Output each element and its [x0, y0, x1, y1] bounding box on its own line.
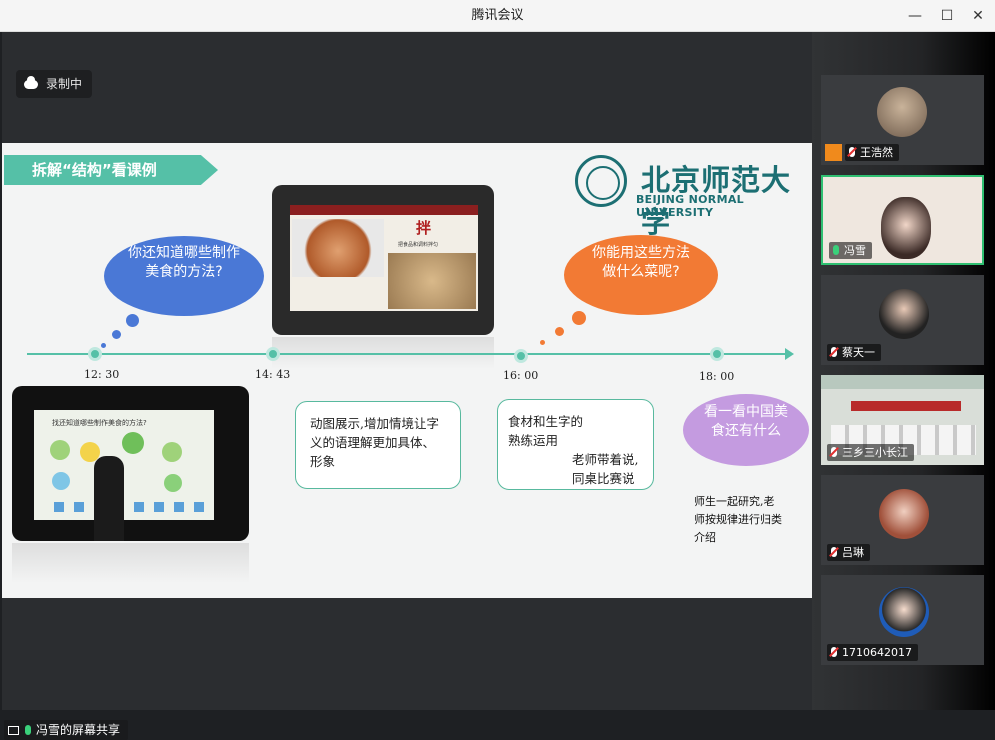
- maximize-button[interactable]: ☐: [930, 0, 964, 32]
- time-label: 18: 00: [699, 370, 735, 383]
- shared-screen-area: 录制中 拆解“结构”看课例 北京师范大学 BEIJING NORMAL UNIV…: [2, 32, 812, 740]
- participant-name-tag: 三乡三小长江: [827, 444, 914, 461]
- photo-character: 拌: [416, 219, 432, 237]
- bubble-text: 你能用这些方法做什么菜呢?: [592, 245, 690, 280]
- time-label: 14: 43: [255, 368, 291, 381]
- participant-panel: 王浩然 冯雪 蔡天一 三乡三小长江 吕琳 1710642017: [812, 32, 995, 710]
- window-title: 腾讯会议: [471, 8, 524, 23]
- question-bubble-blue: 你还知道哪些制作美食的方法?: [104, 236, 264, 316]
- participant-name: 蔡天一: [842, 346, 875, 359]
- note-box-2: 食材和生字的熟练运用 老师带着说,同桌比赛说: [497, 399, 654, 490]
- food-photo: 拌 把食品和调料拌匀: [272, 185, 494, 335]
- bubble-puff: [101, 343, 106, 348]
- note-text: 老师带着说,同桌比赛说: [572, 452, 639, 486]
- participant-name-tag: 王浩然: [845, 144, 899, 161]
- share-screen-icon: [8, 726, 19, 735]
- bubble-text: 看一看中国美食还有什么: [704, 404, 788, 439]
- avatar: [879, 587, 929, 637]
- bubble-puff: [555, 327, 564, 336]
- bubble-purple: 看一看中国美食还有什么: [683, 394, 809, 466]
- classroom-photo: 找还知道哪些制作美食的方法?: [12, 386, 249, 541]
- mic-muted-icon: [849, 147, 855, 157]
- recording-label: 录制中: [46, 77, 83, 91]
- bubble-puff: [126, 314, 139, 327]
- close-button[interactable]: ✕: [961, 0, 995, 32]
- avatar: [879, 489, 929, 539]
- photo-reflection-left: [12, 543, 249, 583]
- host-icon: [825, 144, 842, 161]
- timeline-arrow-icon: [785, 348, 794, 360]
- note-text: 食材和生字的熟练运用: [508, 414, 584, 448]
- screen-share-indicator[interactable]: 冯雪的屏幕共享: [4, 720, 129, 740]
- participant-name-tag: 吕琳: [827, 544, 870, 561]
- participant-tile[interactable]: 王浩然: [821, 75, 984, 165]
- question-bubble-orange: 你能用这些方法做什么菜呢?: [564, 235, 718, 315]
- mic-muted-icon: [831, 347, 837, 357]
- participant-tile[interactable]: 三乡三小长江: [821, 375, 984, 465]
- mic-on-icon: [833, 245, 839, 255]
- presentation-slide: 拆解“结构”看课例 北京师范大学 BEIJING NORMAL UNIVERSI…: [2, 143, 812, 598]
- logo-en: BEIJING NORMAL UNIVERSITY: [636, 193, 744, 219]
- mic-on-icon: [25, 725, 31, 735]
- university-logo: 北京师范大学 BEIJING NORMAL UNIVERSITY: [575, 155, 812, 239]
- bubble-puff: [572, 311, 586, 325]
- participant-name: 1710642017: [842, 646, 912, 659]
- participant-name-tag: 蔡天一: [827, 344, 881, 361]
- classroom-caption: 找还知道哪些制作美食的方法?: [52, 419, 147, 427]
- handwritten-note: 师生一起研究,老师按规律进行归类介绍: [694, 495, 782, 544]
- participant-name: 吕琳: [842, 546, 864, 559]
- title-bar: 腾讯会议 — ☐ ✕: [0, 0, 995, 32]
- seal-icon: [575, 155, 627, 207]
- mic-muted-icon: [831, 547, 837, 557]
- timeline: [27, 353, 792, 355]
- participant-name: 王浩然: [860, 146, 893, 159]
- teacher-figure: [94, 456, 124, 541]
- photo-caption: 把食品和调料拌匀: [398, 242, 439, 248]
- mic-muted-icon: [831, 647, 837, 657]
- time-label: 16: 00: [503, 369, 539, 382]
- participant-tile-active[interactable]: 冯雪: [821, 175, 984, 265]
- participant-tile[interactable]: 吕琳: [821, 475, 984, 565]
- participant-name-tag: 1710642017: [827, 644, 918, 661]
- participant-name: 三乡三小长江: [842, 446, 908, 459]
- timeline-dot: [514, 349, 528, 363]
- participant-tile[interactable]: 1710642017: [821, 575, 984, 665]
- bubble-text: 你还知道哪些制作美食的方法?: [128, 245, 240, 280]
- timeline-dot: [266, 347, 280, 361]
- bubble-puff: [540, 340, 545, 345]
- share-label: 冯雪的屏幕共享: [36, 723, 121, 737]
- participant-name-tag: 冯雪: [829, 242, 872, 259]
- note-text: 动图展示,增加情境让字义的语理解更加具体、形象: [310, 416, 439, 469]
- avatar: [879, 289, 929, 339]
- avatar: [881, 197, 931, 259]
- timeline-dot: [710, 347, 724, 361]
- minimize-button[interactable]: —: [898, 0, 932, 32]
- note-box-1: 动图展示,增加情境让字义的语理解更加具体、形象: [295, 401, 461, 489]
- timeline-dot: [88, 347, 102, 361]
- avatar: [877, 87, 927, 137]
- slide-ribbon-title: 拆解“结构”看课例: [4, 155, 218, 185]
- time-label: 12: 30: [84, 368, 120, 381]
- recording-indicator[interactable]: 录制中: [16, 70, 93, 98]
- bubble-puff: [112, 330, 121, 339]
- participant-name: 冯雪: [844, 244, 866, 257]
- participant-tile[interactable]: 蔡天一: [821, 275, 984, 365]
- cloud-icon: [24, 76, 38, 89]
- mic-muted-icon: [831, 447, 837, 457]
